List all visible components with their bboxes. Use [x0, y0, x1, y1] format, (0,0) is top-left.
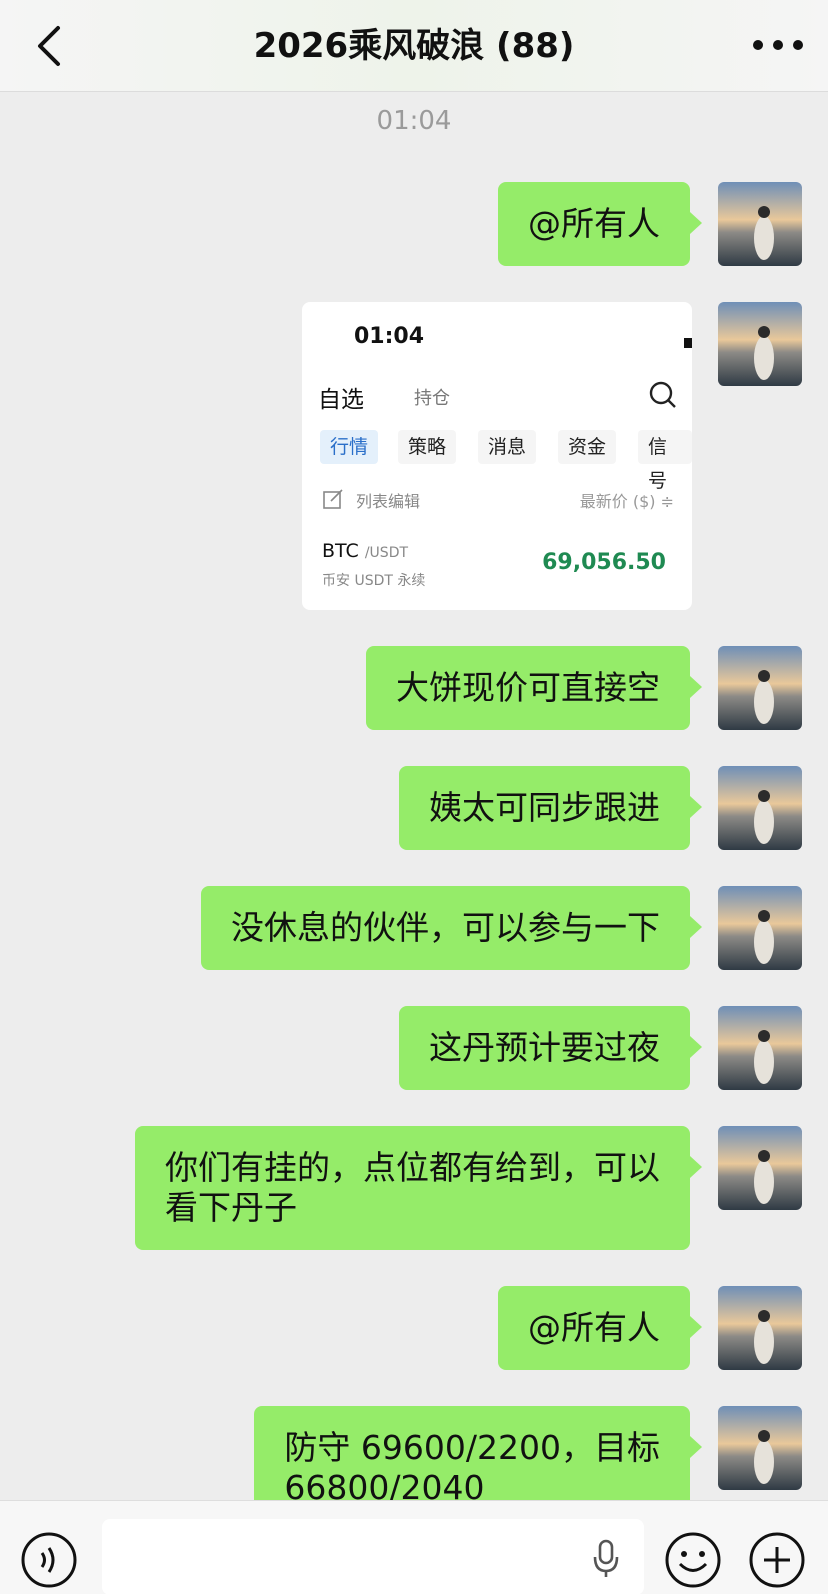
more-dots-icon — [753, 40, 803, 50]
voice-button[interactable] — [20, 1531, 78, 1589]
plus-button[interactable] — [748, 1531, 806, 1589]
avatar[interactable] — [718, 182, 802, 266]
shot-filter-pill: 行情 — [320, 430, 379, 464]
edit-icon — [322, 488, 344, 510]
shot-coin-symbol: BTC — [322, 540, 359, 562]
shot-tab-selected: 自选 — [318, 387, 364, 413]
avatar-image — [718, 302, 802, 386]
avatar-image — [718, 1286, 802, 1370]
image-message[interactable]: 01:04 自选 持仓 行情 策略 消息 资金 信号 列表编辑 最新价 ($) … — [302, 302, 692, 610]
shot-status-time: 01:04 — [354, 324, 425, 349]
plus-icon — [749, 1532, 805, 1588]
chevron-left-icon — [38, 26, 60, 66]
avatar[interactable] — [718, 1126, 802, 1210]
avatar[interactable] — [718, 302, 802, 386]
shot-filter-pill: 信号 — [638, 430, 692, 492]
signal-icon — [684, 338, 692, 348]
more-button[interactable] — [750, 30, 806, 60]
avatar[interactable] — [718, 766, 802, 850]
shot-coin-sub: 币安 USDT 永续 — [322, 573, 426, 589]
message-line: 防守 69600/2200，目标 — [284, 1428, 660, 1467]
shot-filter-pill: 策略 — [398, 430, 457, 464]
avatar[interactable] — [718, 1406, 802, 1490]
mic-icon[interactable] — [592, 1539, 620, 1579]
chat-title: 2026乘风破浪 (88) — [253, 26, 575, 66]
shot-filter-pill: 消息 — [478, 430, 537, 464]
message-bubble[interactable]: @所有人 — [498, 182, 702, 266]
shot-edit-label: 列表编辑 — [356, 492, 421, 511]
shot-tab-other: 持仓 — [414, 388, 450, 409]
message-bubble[interactable]: 姨太可同步跟进 — [399, 766, 702, 850]
avatar[interactable] — [718, 646, 802, 730]
input-toolbar — [0, 1500, 828, 1594]
message-bubble[interactable]: 没休息的伙伴，可以参与一下 — [201, 886, 702, 970]
chat-timestamp: 01:04 — [376, 106, 452, 136]
shot-coin-price: 69,056.50 — [542, 550, 666, 575]
avatar-image — [718, 646, 802, 730]
avatar-image — [718, 1406, 802, 1490]
avatar-image — [718, 1006, 802, 1090]
avatar[interactable] — [718, 886, 802, 970]
avatar-image — [718, 1126, 802, 1210]
message-line: 看下丹子 — [165, 1188, 297, 1227]
avatar[interactable] — [718, 1006, 802, 1090]
shot-coin-pair: /USDT — [364, 545, 409, 561]
avatar-image — [718, 766, 802, 850]
message-bubble[interactable]: 这丹预计要过夜 — [399, 1006, 702, 1090]
avatar-image — [718, 182, 802, 266]
back-button[interactable] — [28, 22, 72, 70]
message-line: 你们有挂的，点位都有给到，可以 — [165, 1148, 660, 1187]
message-bubble[interactable]: @所有人 — [498, 1286, 702, 1370]
shot-filter-pill: 资金 — [558, 430, 617, 464]
shot-price-header: 最新价 ($) ≑ — [579, 492, 674, 511]
chat-header: 2026乘风破浪 (88) — [0, 0, 828, 92]
shot-coin: BTC /USDT — [322, 540, 408, 562]
emoji-button[interactable] — [664, 1531, 722, 1589]
voice-icon — [21, 1532, 77, 1588]
message-bubble[interactable]: 你们有挂的，点位都有给到，可以 看下丹子 — [135, 1126, 702, 1250]
message-input[interactable] — [102, 1519, 644, 1594]
emoji-icon — [665, 1532, 721, 1588]
message-bubble[interactable]: 大饼现价可直接空 — [366, 646, 702, 730]
avatar-image — [718, 886, 802, 970]
search-icon — [648, 380, 678, 410]
avatar[interactable] — [718, 1286, 802, 1370]
